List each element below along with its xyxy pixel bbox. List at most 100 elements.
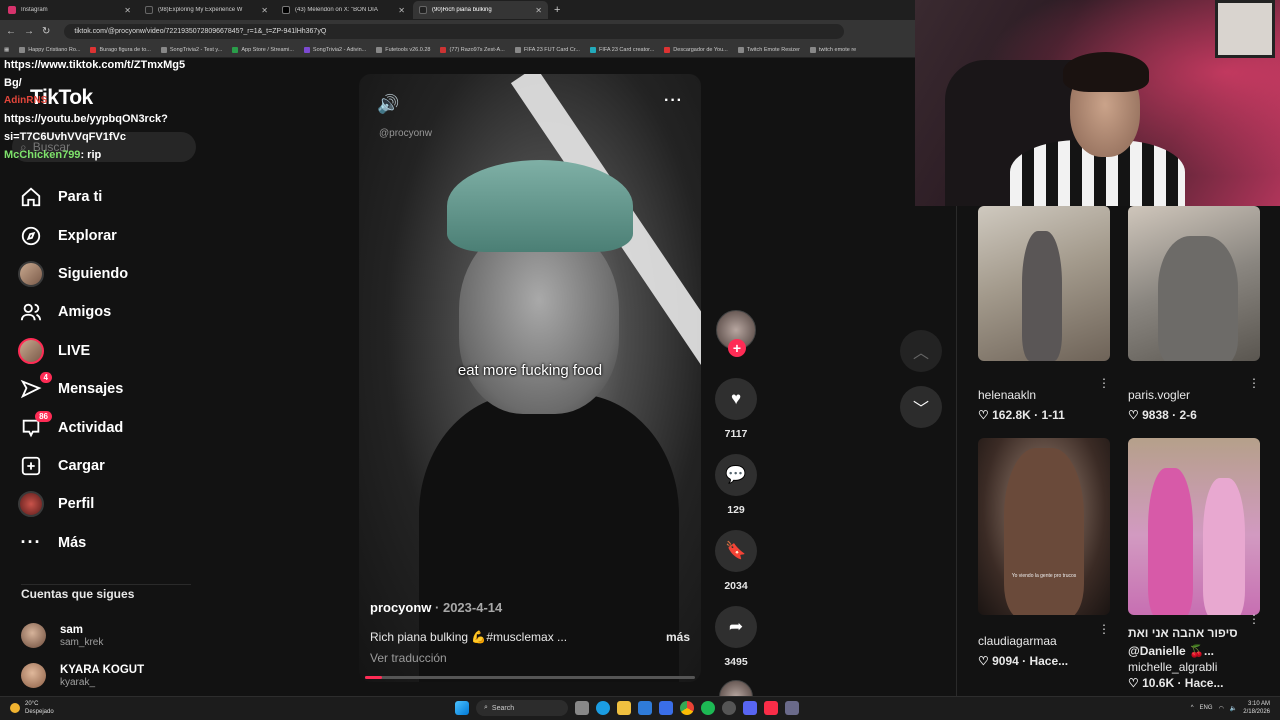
- share-button[interactable]: ➦: [715, 606, 757, 648]
- next-video-button[interactable]: ﹀: [900, 386, 942, 428]
- bookmark-label: FIFA 23 Card creator...: [598, 46, 655, 53]
- sidebar-item-mensajes[interactable]: 4 Mensajes: [18, 370, 198, 408]
- video-author[interactable]: procyonw · 2023-4-14: [370, 600, 502, 615]
- like-button[interactable]: ♥: [715, 378, 757, 420]
- browser-tab-active[interactable]: (90)Rich piana bulking ✕: [413, 1, 548, 19]
- more-options-icon[interactable]: ⋮: [1098, 376, 1110, 390]
- more-options-icon[interactable]: ⋮: [1248, 612, 1260, 626]
- chat-line: si=T7C6UvhVVqFV1fVc: [4, 131, 126, 143]
- apps-icon[interactable]: ▦: [4, 47, 9, 53]
- bookmark-icon: [737, 46, 744, 53]
- bookmark[interactable]: twitch emote re: [809, 46, 856, 53]
- suggested-videos-panel: ⋮ helenaakln ♡ 162.8K · 1-11 ⋮ paris.vog…: [956, 206, 1280, 696]
- app-icon[interactable]: [785, 701, 799, 715]
- edge-icon[interactable]: [596, 701, 610, 715]
- windows-start-icon[interactable]: [455, 701, 469, 715]
- file-explorer-icon[interactable]: [617, 701, 631, 715]
- video-thumbnail[interactable]: [978, 206, 1110, 361]
- sidebar-item-explorar[interactable]: Explorar: [18, 216, 198, 254]
- bookmark[interactable]: Burago figura de to...: [90, 46, 151, 53]
- video-thumbnail[interactable]: [1128, 206, 1260, 361]
- sidebar-item-cargar[interactable]: Cargar: [18, 447, 198, 485]
- avatar: [18, 337, 44, 364]
- reload-icon[interactable]: ↻: [42, 26, 50, 37]
- previous-video-button[interactable]: ︿: [900, 330, 942, 372]
- obs-icon[interactable]: [722, 701, 736, 715]
- video-subtitle: eat more fucking food: [457, 362, 603, 379]
- url-input[interactable]: tiktok.com/@procyonw/video/7221935072809…: [64, 23, 845, 39]
- bookmark[interactable]: SongTrivia2 - Test y...: [160, 46, 222, 53]
- sidebar-item-perfil[interactable]: Perfil: [18, 485, 198, 523]
- following-item[interactable]: KYARA KOGUT kyarak_: [21, 655, 191, 695]
- compass-icon: [18, 223, 44, 249]
- bookmark[interactable]: Futetools v26.0.28: [376, 46, 430, 53]
- video-creator[interactable]: michelle_algrabli: [1128, 660, 1260, 674]
- spotify-icon[interactable]: [701, 701, 715, 715]
- back-icon[interactable]: ←: [6, 26, 16, 37]
- clock[interactable]: 3:10 AM 2/18/2026: [1243, 700, 1270, 716]
- follow-plus-icon[interactable]: +: [728, 339, 746, 357]
- bookmark[interactable]: Twitch Emote Resizer: [737, 46, 800, 53]
- browser-tab[interactable]: Instagram ✕: [2, 1, 137, 19]
- weather-widget[interactable]: 20°C Despejado: [10, 700, 54, 716]
- translate-link[interactable]: Ver traducción: [370, 651, 447, 665]
- sidebar-item-amigos[interactable]: Amigos: [18, 293, 198, 331]
- sidebar-item-actividad[interactable]: 86 Actividad: [18, 408, 198, 446]
- bookmark-label: Burago figura de to...: [99, 46, 151, 53]
- more-options-icon[interactable]: ⋮: [1248, 376, 1260, 390]
- close-icon[interactable]: ✕: [261, 6, 268, 15]
- comment-button[interactable]: 💬: [715, 454, 757, 496]
- video-creator[interactable]: paris.vogler: [1128, 388, 1260, 402]
- video-progress-bar[interactable]: [365, 676, 695, 679]
- video-creator[interactable]: claudiagarmaa: [978, 634, 1110, 648]
- browser-tab[interactable]: (43) Melendon on X: "BON DÍA ✕: [276, 1, 411, 19]
- photos-icon[interactable]: [638, 701, 652, 715]
- discord-icon[interactable]: [743, 701, 757, 715]
- creator-avatar[interactable]: +: [716, 310, 756, 357]
- music-icon[interactable]: [764, 701, 778, 715]
- messages-badge: 4: [39, 372, 52, 384]
- forward-icon[interactable]: →: [24, 26, 34, 37]
- sidebar-item-para-ti[interactable]: Para ti: [18, 178, 198, 216]
- new-tab-button[interactable]: +: [554, 4, 560, 16]
- tab-label: (90)Rich piana bulking: [432, 7, 492, 13]
- browser-tab[interactable]: (98)Exploring My Experience W ✕: [139, 1, 274, 19]
- sidebar-item-live[interactable]: LIVE: [18, 332, 198, 370]
- close-icon[interactable]: ✕: [124, 6, 131, 15]
- video-player[interactable]: 🔊 ··· @procyonw eat more fucking food pr…: [359, 74, 701, 682]
- chrome-icon[interactable]: [680, 701, 694, 715]
- more-link[interactable]: más: [666, 630, 690, 644]
- video-creator[interactable]: helenaakln: [978, 388, 1110, 402]
- speaker-icon[interactable]: 🔈: [1230, 705, 1237, 712]
- store-icon[interactable]: [659, 701, 673, 715]
- task-view-icon[interactable]: [575, 701, 589, 715]
- bookmark[interactable]: SongTrivia2 - Adivin...: [303, 46, 366, 53]
- share-count: 3495: [724, 656, 748, 668]
- thumbnail-caption: Yo viendo la gente pro trucos: [1011, 573, 1077, 579]
- video-thumbnail[interactable]: [1128, 438, 1260, 615]
- close-icon[interactable]: ✕: [535, 6, 542, 15]
- taskbar-search[interactable]: ⌕ Search: [476, 700, 568, 716]
- sidebar-item-siguiendo[interactable]: Siguiendo: [18, 255, 198, 293]
- bookmark[interactable]: App Store / Streami...: [232, 46, 294, 53]
- more-options-icon[interactable]: ⋮: [1098, 622, 1110, 636]
- volume-icon[interactable]: 🔊: [377, 94, 399, 115]
- close-icon[interactable]: ✕: [398, 6, 405, 15]
- users-icon: [18, 299, 44, 325]
- sidebar-item-mas[interactable]: ··· Más: [18, 524, 198, 562]
- bookmark-icon: [303, 46, 310, 53]
- bookmark[interactable]: (77) Razo97s Zest-A...: [440, 46, 505, 53]
- language-indicator[interactable]: ENG: [1200, 705, 1213, 711]
- bookmark[interactable]: FIFA 23 FUT Card Cr...: [514, 46, 580, 53]
- bookmark[interactable]: Descargador de You...: [664, 46, 728, 53]
- bookmark[interactable]: FIFA 23 Card creator...: [589, 46, 655, 53]
- sidebar-item-label: Mensajes: [58, 381, 124, 398]
- bookmark[interactable]: Happy Cristiano Ro...: [19, 46, 80, 53]
- wifi-icon[interactable]: ◠: [1219, 705, 1224, 712]
- video-thumbnail[interactable]: Yo viendo la gente pro trucos: [978, 438, 1110, 615]
- following-item[interactable]: sam sam_krek: [21, 615, 191, 655]
- sidebar-item-label: Para ti: [58, 189, 103, 206]
- save-button[interactable]: 🔖: [715, 530, 757, 572]
- more-options-icon[interactable]: ···: [664, 92, 683, 110]
- chevron-up-icon[interactable]: ^: [1191, 705, 1194, 711]
